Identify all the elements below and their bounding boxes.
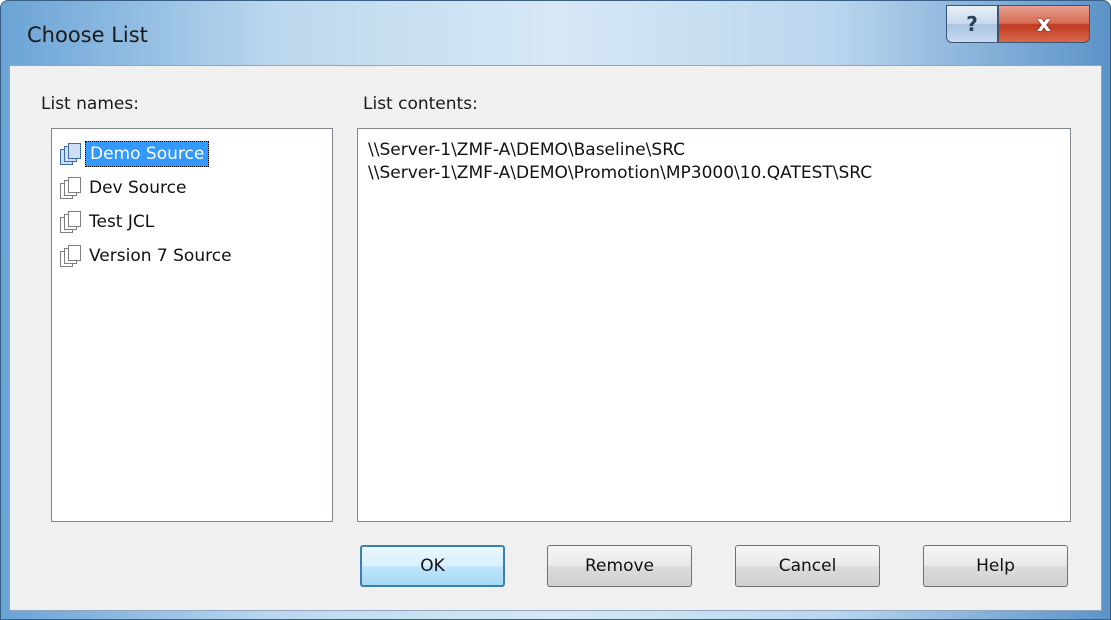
document-stack-icon: [58, 211, 81, 233]
list-contents-box[interactable]: \\Server-1\ZMF-A\DEMO\Baseline\SRC \\Ser…: [357, 128, 1071, 522]
title-bar[interactable]: Choose List ? x: [1, 1, 1110, 65]
list-item-version-7-source[interactable]: Version 7 Source: [58, 241, 236, 271]
list-names-label: List names:: [41, 94, 139, 114]
list-contents-label: List contents:: [363, 94, 478, 114]
document-stack-icon: [58, 177, 81, 199]
list-item-label: Test JCL: [89, 212, 155, 232]
list-item-demo-source[interactable]: Demo Source: [58, 139, 210, 169]
content-line: \\Server-1\ZMF-A\DEMO\Promotion\MP3000\1…: [368, 163, 873, 183]
document-stack-icon: [58, 245, 81, 267]
content-line: \\Server-1\ZMF-A\DEMO\Baseline\SRC: [368, 140, 686, 160]
dialog-window: Choose List ? x List names: List content…: [0, 0, 1111, 620]
window-title: Choose List: [27, 23, 148, 47]
cancel-button[interactable]: Cancel: [735, 545, 880, 587]
list-item-label: Dev Source: [89, 178, 187, 198]
list-item-test-jcl[interactable]: Test JCL: [58, 207, 158, 237]
dialog-body: List names: List contents: Demo Source D…: [9, 65, 1102, 611]
list-names-listbox[interactable]: Demo Source Dev Source Test JCL Version …: [51, 128, 333, 522]
remove-button[interactable]: Remove: [547, 545, 692, 587]
list-item-label: Demo Source: [85, 141, 210, 167]
help-button[interactable]: Help: [923, 545, 1068, 587]
ok-button[interactable]: OK: [360, 545, 505, 587]
document-stack-icon: [58, 143, 81, 165]
list-item-dev-source[interactable]: Dev Source: [58, 173, 190, 203]
close-button[interactable]: x: [998, 5, 1090, 43]
list-item-label: Version 7 Source: [89, 246, 232, 266]
help-title-button[interactable]: ?: [946, 5, 998, 43]
